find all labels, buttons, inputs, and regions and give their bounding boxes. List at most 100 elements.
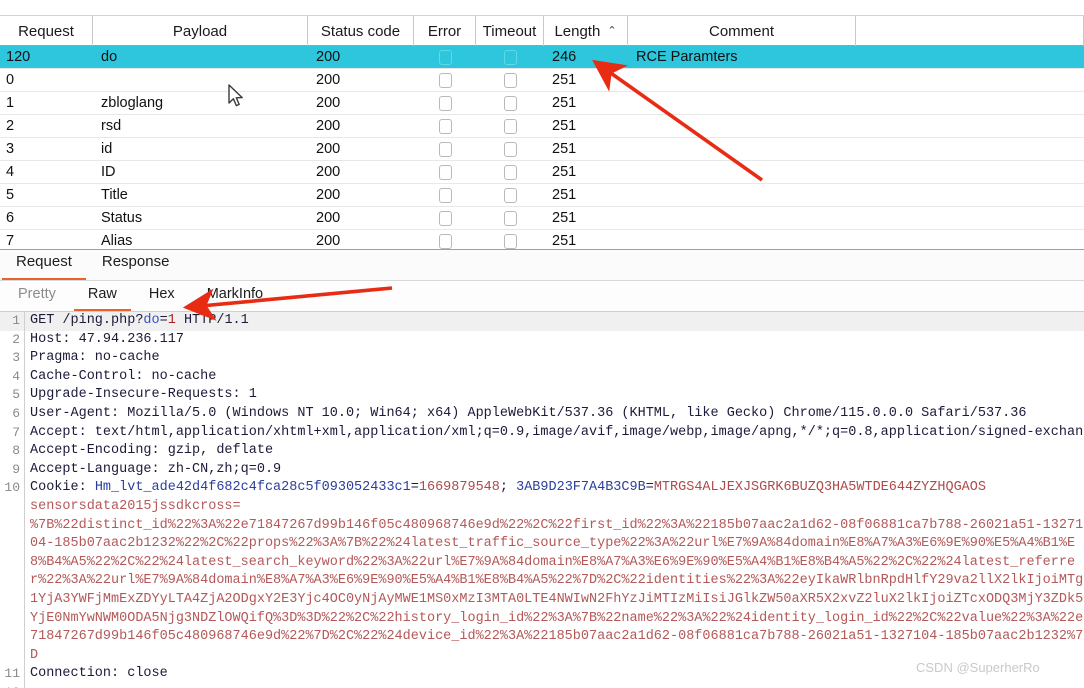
timeout-checkbox[interactable] — [503, 233, 517, 249]
cell-status: 200 — [316, 233, 341, 249]
cell-comment: RCE Paramters — [636, 49, 738, 65]
error-checkbox[interactable] — [438, 233, 452, 249]
cell-length: 251 — [552, 164, 577, 180]
view-tab-bar[interactable]: Pretty Raw Hex MarkInfo — [0, 281, 1084, 312]
code-line: 4 Cache-Control: no-cache — [0, 367, 1084, 387]
code-token: HTTP/1.1 — [175, 313, 249, 328]
column-header-status[interactable]: Status code — [308, 16, 414, 46]
view-tab-hex[interactable]: Hex — [135, 282, 189, 311]
code-token: Pragma: no-cache — [30, 350, 160, 366]
cell-status: 200 — [316, 164, 341, 180]
cell-timeout — [476, 92, 544, 115]
table-row[interactable]: 7 Alias 200 251 — [0, 230, 1084, 249]
error-checkbox[interactable] — [438, 49, 452, 65]
code-text[interactable]: Upgrade-Insecure-Requests: 1 — [24, 386, 1084, 405]
timeout-checkbox[interactable] — [503, 210, 517, 226]
window-top-strip — [0, 0, 1084, 16]
column-header-request[interactable]: Request — [0, 16, 93, 46]
tab-response[interactable]: Response — [88, 250, 184, 280]
cell-timeout — [476, 138, 544, 161]
table-row[interactable]: 1 zbloglang 200 251 — [0, 92, 1084, 115]
code-text[interactable]: Accept: text/html,application/xhtml+xml,… — [24, 423, 1084, 443]
code-text[interactable] — [24, 683, 1084, 688]
cell-length: 251 — [552, 233, 577, 249]
error-checkbox[interactable] — [438, 118, 452, 134]
code-line: 2 Host: 47.94.236.117 — [0, 330, 1084, 350]
request-editor[interactable]: 1 GET /ping.php?do=1 HTTP/1.1 2 Host: 47.94… — [0, 312, 1084, 688]
timeout-checkbox[interactable] — [503, 72, 517, 88]
timeout-checkbox[interactable] — [503, 118, 517, 134]
code-text[interactable]: Cache-Control: no-cache — [24, 367, 1084, 387]
code-token: Hm_lvt_ade42d4f682c4fca28c5f093052433c1 — [94, 480, 411, 496]
cell-filler — [856, 92, 1084, 115]
csdn-watermark: CSDN @SuperherRo — [916, 660, 1040, 675]
view-tab-raw[interactable]: Raw — [73, 282, 131, 311]
line-number: 2 — [12, 331, 20, 347]
table-row[interactable]: 4 ID 200 251 — [0, 161, 1084, 184]
code-text[interactable]: GET /ping.php?do=1 HTTP/1.1 — [24, 312, 1084, 331]
tab-request[interactable]: Request — [2, 250, 86, 280]
table-row[interactable]: 2 rsd 200 251 — [0, 115, 1084, 138]
column-header-label: Error — [427, 22, 462, 40]
code-text[interactable]: Host: 47.94.236.117 — [24, 330, 1084, 350]
cell-request: 120 — [6, 49, 31, 65]
cell-filler — [856, 184, 1084, 207]
error-checkbox[interactable] — [438, 210, 452, 226]
cell-payload: Status — [101, 210, 143, 226]
code-text[interactable]: Pragma: no-cache — [24, 349, 1084, 368]
cell-status: 200 — [316, 95, 341, 111]
column-header-payload[interactable]: Payload — [93, 16, 308, 46]
cell-status: 200 — [316, 210, 341, 226]
error-checkbox[interactable] — [438, 95, 452, 111]
code-token: Accept: text/html,application/xhtml+xml,… — [30, 424, 1084, 440]
code-token: GET /ping.php? — [30, 313, 144, 328]
cell-filler — [856, 161, 1084, 184]
timeout-checkbox[interactable] — [503, 141, 517, 157]
cell-filler — [856, 138, 1084, 161]
table-body[interactable]: 120 do 200 246 RCE Paramters 0 200 251 1 zbloglan… — [0, 46, 1084, 249]
line-number: 12 — [0, 684, 24, 688]
timeout-checkbox[interactable] — [503, 95, 517, 111]
cell-filler — [856, 207, 1084, 230]
timeout-checkbox[interactable] — [503, 187, 517, 203]
column-header-label: Comment — [708, 22, 775, 40]
timeout-checkbox[interactable] — [503, 164, 517, 180]
cell-status: 200 — [316, 187, 341, 203]
cell-timeout — [476, 207, 544, 230]
column-header-timeout[interactable]: Timeout — [476, 16, 544, 46]
table-row[interactable]: 6 Status 200 251 — [0, 207, 1084, 230]
view-tab-markinfo[interactable]: MarkInfo — [193, 282, 277, 311]
view-tab-pretty[interactable]: Pretty — [4, 282, 70, 311]
code-line: 1 GET /ping.php?do=1 HTTP/1.1 — [0, 312, 1084, 331]
table-row[interactable]: 3 id 200 251 — [0, 138, 1084, 161]
error-checkbox[interactable] — [438, 141, 452, 157]
cell-timeout — [476, 230, 544, 250]
error-checkbox[interactable] — [438, 164, 452, 180]
message-tab-bar[interactable]: Request Response — [0, 249, 1084, 281]
sort-ascending-icon[interactable]: ⌃ — [607, 24, 616, 37]
code-text[interactable]: Accept-Language: zh-CN,zh;q=0.9 — [24, 460, 1084, 480]
error-checkbox[interactable] — [438, 187, 452, 203]
cell-comment — [628, 138, 856, 161]
code-text[interactable]: Accept-Encoding: gzip, deflate — [24, 442, 1084, 461]
column-header-comment[interactable]: Comment — [628, 16, 856, 46]
code-text[interactable]: User-Agent: Mozilla/5.0 (Windows NT 10.0… — [24, 404, 1084, 424]
cell-status: 200 — [316, 49, 341, 65]
timeout-checkbox[interactable] — [503, 49, 517, 65]
column-header-label: Payload — [172, 22, 228, 40]
error-checkbox[interactable] — [438, 72, 452, 88]
cell-payload: ID — [101, 164, 116, 180]
table-row[interactable]: 5 Title 200 251 — [0, 184, 1084, 207]
cell-filler — [856, 46, 1084, 69]
attack-results-table[interactable]: Request Payload Status code Error Timeout Len… — [0, 16, 1084, 249]
table-row[interactable]: 120 do 200 246 RCE Paramters — [0, 46, 1084, 69]
column-header-label: Request — [18, 22, 74, 40]
code-text[interactable]: Cookie: Hm_lvt_ade42d4f682c4fca28c5f0930… — [24, 479, 1084, 666]
cell-length: 251 — [552, 95, 577, 111]
line-number: 1 — [12, 313, 20, 328]
mouse-cursor-icon — [228, 84, 246, 115]
table-row[interactable]: 0 200 251 — [0, 69, 1084, 92]
column-header-length[interactable]: Length ⌃ — [544, 16, 628, 46]
column-header-error[interactable]: Error — [414, 16, 476, 46]
cell-payload: Alias — [101, 233, 133, 249]
